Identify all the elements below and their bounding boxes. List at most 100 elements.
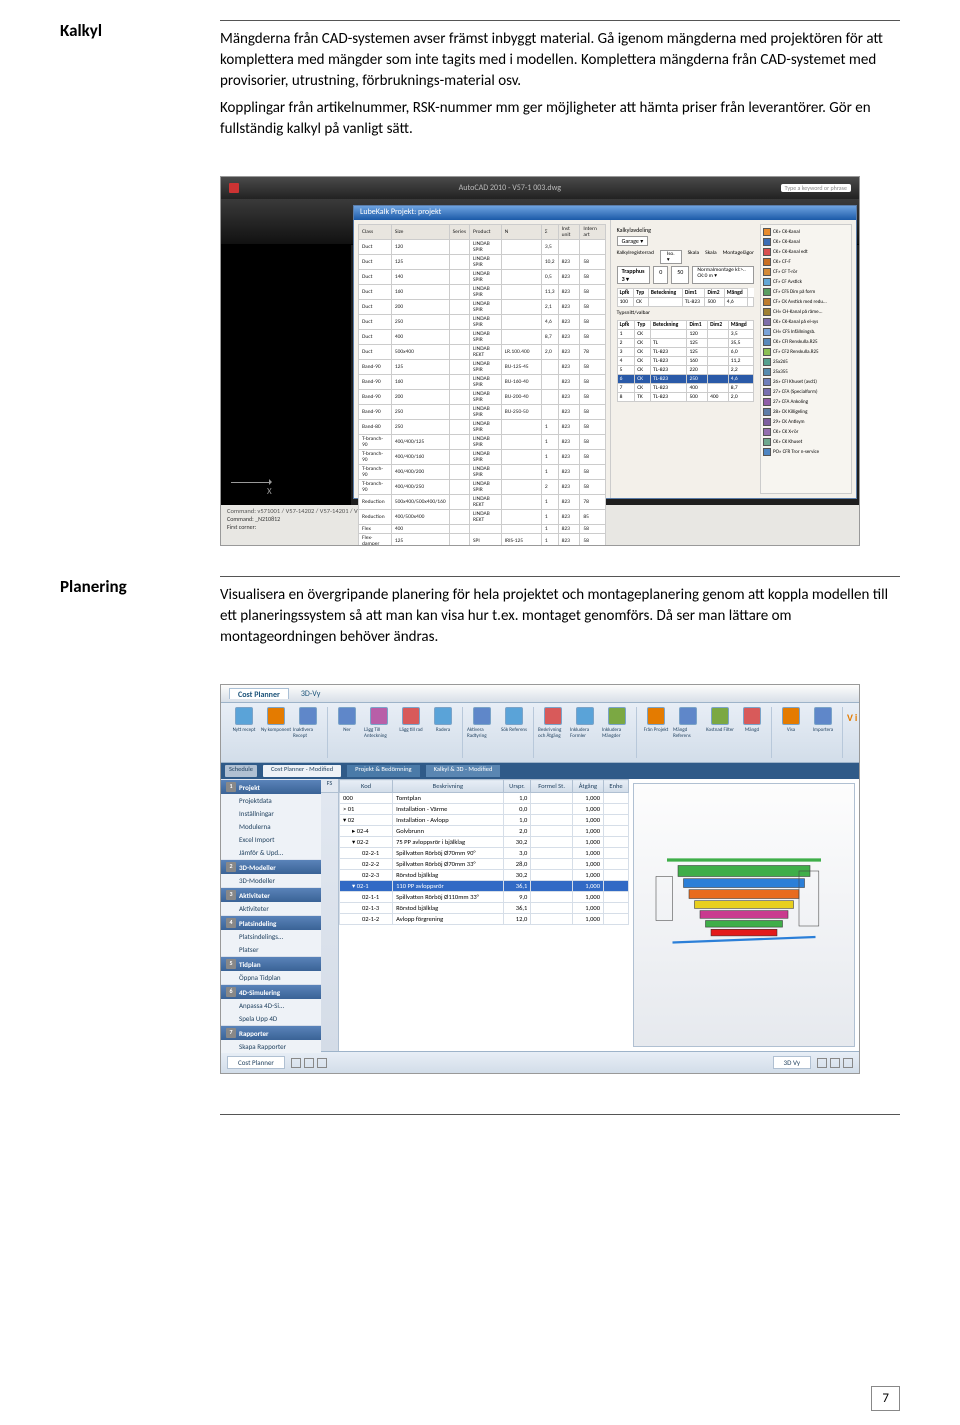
dropdown-garage[interactable]: Garage ▾: [617, 236, 649, 246]
material-table[interactable]: ClassSizeSeriesProductNΣInst unitIntern …: [358, 224, 606, 546]
palette-item[interactable]: CK» CK-Kanal: [763, 227, 849, 237]
sidebar-link[interactable]: Spela Upp 4D: [221, 1012, 321, 1025]
section-kalkyl: Kalkyl Mängderna från CAD-systemen avser…: [60, 20, 900, 146]
element-type-palette[interactable]: CK» CK-KanalCK» CK-KanalCK» CK-Kanal edt…: [760, 224, 852, 494]
palette-item[interactable]: CK» CK Khuset: [763, 437, 849, 447]
footer-icon[interactable]: [817, 1058, 827, 1068]
ribbon-button[interactable]: Lägg till rad: [396, 707, 426, 758]
palette-item[interactable]: CF» CF T-rör: [763, 267, 849, 277]
sidebar-section-head[interactable]: 1Projekt: [221, 780, 321, 794]
ribbon-button[interactable]: Mängd Referens: [673, 707, 703, 758]
tab-3d-vy[interactable]: 3D-Vy: [293, 688, 328, 699]
footer-icon[interactable]: [830, 1058, 840, 1068]
ribbon-button[interactable]: Radera: [428, 707, 458, 758]
footer-tab-cost[interactable]: Cost Planner: [227, 1056, 285, 1069]
ribbon-button[interactable]: Lägg Till Anteckning: [364, 707, 394, 758]
ribbon-button[interactable]: Beskrivning och Åtgäng: [538, 707, 568, 758]
palette-item[interactable]: CF» CK Avstick med redu...: [763, 297, 849, 307]
acad-menu-icon[interactable]: [229, 183, 239, 193]
palette-item[interactable]: 27» CFA Ankoling: [763, 397, 849, 407]
ribbon-button[interactable]: Nytt recept: [229, 707, 259, 758]
ribbon-button[interactable]: Kostnad Filter: [705, 707, 735, 758]
ribbon-button[interactable]: Inkludera Mängder: [602, 707, 632, 758]
ribbon-button[interactable]: Aktivera Radtyring: [467, 707, 497, 758]
sidebar-link[interactable]: Aktiviteter: [221, 902, 321, 915]
footer-icon[interactable]: [317, 1058, 327, 1068]
footer-tab-3d[interactable]: 3D Vy: [773, 1056, 811, 1069]
vico-sidebar[interactable]: 1ProjektProjektdataInställningarModulern…: [221, 779, 321, 1051]
sidebar-link[interactable]: Modulerna: [221, 820, 321, 833]
ribbon-button[interactable]: Sök Referens: [499, 707, 529, 758]
palette-item[interactable]: 26» CFI Khuset (avd1): [763, 377, 849, 387]
footer-icon[interactable]: [843, 1058, 853, 1068]
sidebar-link[interactable]: Excel Import: [221, 833, 321, 846]
palette-item[interactable]: CK» CF-F: [763, 257, 849, 267]
ribbon-button[interactable]: Importera: [808, 707, 838, 758]
sidebar-link[interactable]: Inställningar: [221, 807, 321, 820]
input-0[interactable]: 0: [653, 266, 668, 284]
ribbon-button[interactable]: Ner: [332, 707, 362, 758]
sidebar-link[interactable]: Platsindelings...: [221, 930, 321, 943]
ribbon-button[interactable]: Från Projekt: [641, 707, 671, 758]
sidebar-link[interactable]: 3D-Modeller: [221, 874, 321, 887]
ribbon-button[interactable]: Mängd: [737, 707, 767, 758]
palette-item[interactable]: CK» CK-Kanal edt: [763, 247, 849, 257]
palette-item[interactable]: CK» CK-Kanal: [763, 237, 849, 247]
ribbon-button[interactable]: Inkludera Formler: [570, 707, 600, 758]
sidebar-section-head[interactable]: 7Rapporter: [221, 1026, 321, 1040]
vico-ribbon[interactable]: Nytt receptNy komponentInaktivera Recept…: [221, 703, 859, 763]
palette-item[interactable]: CF» CF2 Renskulla.R25: [763, 347, 849, 357]
filter-table[interactable]: LpfkTypBeteckningDim1Dim2Mängd 100CKTL-8…: [617, 288, 754, 307]
footer-icon[interactable]: [291, 1058, 301, 1068]
sidebar-link[interactable]: Platser: [221, 943, 321, 956]
sidebar-link[interactable]: Projektdata: [221, 794, 321, 807]
vico-tabbar[interactable]: Cost Planner 3D-Vy: [221, 685, 859, 703]
sidebar-section-head[interactable]: 64D-Simulering: [221, 985, 321, 999]
vico-subtabs[interactable]: Schedule Cost Planner - Modified Projekt…: [221, 763, 859, 779]
sidebar-link[interactable]: Anpassa 4D-Si...: [221, 999, 321, 1012]
palette-item[interactable]: CK» CK-Kanal på el-sys: [763, 317, 849, 327]
palette-item[interactable]: CF» CFS Dim på form: [763, 287, 849, 297]
palette-item[interactable]: CK» CFI Renskulla.R25: [763, 337, 849, 347]
input-50[interactable]: 50: [671, 266, 689, 284]
input-iso[interactable]: Iso. ▾: [660, 250, 682, 264]
search-input[interactable]: Type a keyword or phrase: [781, 184, 851, 192]
lpfk-table[interactable]: LpfkTypBeteckningDim1Dim2Mängd1CK1203,52…: [617, 320, 754, 402]
palette-item[interactable]: CH» CH-Kanal på råme...: [763, 307, 849, 317]
lubekalk-window[interactable]: LubeKalk Projekt: projekt ClassSizeSerie…: [353, 205, 857, 499]
cost-sheet[interactable]: KodBeskrivningUrspr.Formel St.ÅtgångEnhe…: [339, 779, 629, 1051]
palette-item[interactable]: PO» CFR Tror n-service: [763, 447, 849, 457]
footer-icon[interactable]: [304, 1058, 314, 1068]
ribbon-icon: [473, 707, 491, 725]
palette-item[interactable]: CK» CK X-rör: [763, 427, 849, 437]
lubekalk-detail-panel: Kalkylavdeling Garage ▾ Kalkylregisterra…: [615, 224, 756, 494]
palette-item[interactable]: 25x355: [763, 367, 849, 377]
palette-item[interactable]: 29» CK Antisym: [763, 417, 849, 427]
ribbon-icon: [679, 707, 697, 725]
3d-viewport[interactable]: [633, 783, 855, 1047]
palette-item[interactable]: 28» CK Killigeling: [763, 407, 849, 417]
sidebar-section-head[interactable]: 23D-Modeller: [221, 860, 321, 874]
ribbon-button[interactable]: Ny komponent: [261, 707, 291, 758]
palette-item[interactable]: CH» CFS Infällningsb.: [763, 327, 849, 337]
sidebar-link[interactable]: Öppna Tidplan: [221, 971, 321, 984]
sidebar-section-head[interactable]: 4Platsindeling: [221, 916, 321, 930]
dropdown-montage[interactable]: Normalmontage kl:>.. CK:0 m ▾: [692, 266, 754, 284]
sidebar-section-head[interactable]: 5Tidplan: [221, 957, 321, 971]
sidebar-link[interactable]: Skapa Rapporter: [221, 1040, 321, 1053]
ribbon-button[interactable]: Visa: [776, 707, 806, 758]
palette-item[interactable]: 27» CFA (Specialform): [763, 387, 849, 397]
ribbon-icon: [434, 707, 452, 725]
windows-taskbar[interactable]: Start: [221, 545, 859, 546]
dropdown-trapphus[interactable]: Trapphus 3 ▾: [617, 266, 651, 284]
tab-cost-planner[interactable]: Cost Planner: [229, 688, 289, 699]
acad-model-viewport[interactable]: X: [221, 245, 351, 505]
section-body-planering: Visualisera en övergripande planering fö…: [220, 576, 900, 654]
ribbon-icon: [267, 707, 285, 725]
cost-sheet-table[interactable]: KodBeskrivningUrspr.Formel St.ÅtgångEnhe…: [339, 779, 629, 925]
sidebar-section-head[interactable]: 3Aktiviteter: [221, 888, 321, 902]
palette-item[interactable]: 25x265: [763, 357, 849, 367]
ribbon-button[interactable]: Inaktivera Recept: [293, 707, 323, 758]
sidebar-link[interactable]: Jämför & Upd...: [221, 846, 321, 859]
palette-item[interactable]: CF» CF Avstick: [763, 277, 849, 287]
